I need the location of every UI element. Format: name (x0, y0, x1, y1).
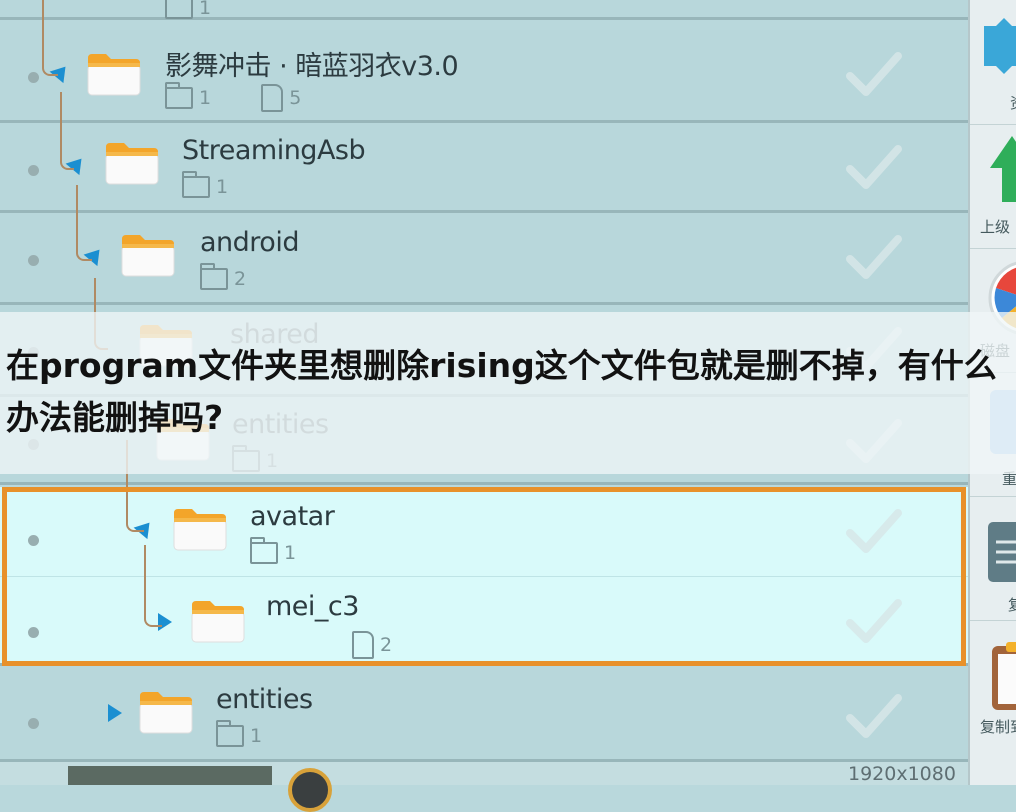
side-item-label: 复 (1008, 594, 1016, 615)
tree-connector (144, 545, 162, 627)
file-count-value: 2 (380, 634, 393, 656)
side-item-copy-to[interactable]: 复制到 (970, 620, 1016, 785)
folder-row[interactable]: StreamingAsb 1 (0, 123, 968, 213)
bullet-dot (28, 718, 39, 729)
bullet-dot (28, 72, 39, 83)
folder-row[interactable]: android 2 (0, 213, 968, 305)
folder-name: android (200, 227, 299, 258)
side-item-label: 资 (1010, 92, 1016, 113)
expand-arrow-icon[interactable] (108, 704, 122, 722)
side-item-label: 复制到 (980, 718, 1016, 736)
clipboard-icon (992, 642, 1016, 710)
item-counts: 1 (250, 536, 297, 564)
tree-connector (76, 185, 92, 261)
file-count-icon (352, 631, 374, 659)
item-counts: 2 (352, 631, 392, 659)
folder-count-value: 2 (234, 267, 247, 290)
folder-row[interactable]: entities 1 (0, 666, 968, 762)
file-count-icon (261, 84, 284, 112)
media-disc-icon[interactable] (288, 768, 332, 812)
folder-name: mei_c3 (266, 591, 359, 622)
folder-count-value: 1 (199, 87, 212, 109)
item-counts: 1 (182, 170, 229, 198)
folder-count: 1 (165, 0, 211, 19)
folder-icon (190, 597, 246, 645)
folder-name: 影舞冲击 · 暗蓝羽衣v3.0 (165, 51, 459, 82)
bullet-dot (28, 535, 39, 546)
folder-icon (104, 139, 160, 187)
side-item-up[interactable]: 上级 (970, 124, 1016, 249)
document-icon (988, 522, 1016, 582)
folder-count-icon (216, 719, 244, 747)
folder-count-value: 1 (284, 541, 297, 564)
side-item-copy[interactable]: 复 (970, 496, 1016, 621)
tree-connector (42, 0, 58, 76)
gear-badge-icon (984, 18, 1016, 74)
check-icon[interactable] (846, 692, 902, 740)
bullet-dot (28, 165, 39, 176)
item-counts: 2 (200, 262, 247, 290)
folder-name: StreamingAsb (182, 135, 366, 166)
folder-count-icon (165, 0, 193, 19)
file-count-value: 5 (289, 87, 302, 109)
folder-name: entities (216, 684, 313, 715)
folder-count-icon (165, 82, 193, 109)
up-arrow-icon (990, 136, 1016, 202)
question-title: 在program文件夹里想删除rising这个文件包就是删不掉，有什么办法能删掉… (6, 346, 997, 437)
check-icon[interactable] (846, 50, 902, 98)
folder-count-icon (182, 170, 210, 198)
bullet-dot (28, 255, 39, 266)
folder-icon (86, 50, 142, 98)
folder-count-value: 1 (216, 175, 229, 198)
bullet-dot (28, 627, 39, 638)
folder-row[interactable]: 1 (0, 0, 968, 20)
folder-icon (138, 688, 194, 736)
side-item-properties[interactable]: 资 (970, 0, 1016, 125)
resolution-label: 1920x1080 (848, 763, 956, 785)
folder-name: avatar (250, 501, 335, 532)
folder-icon (172, 505, 228, 553)
check-icon[interactable] (846, 143, 902, 191)
folder-row[interactable]: 影舞冲击 · 暗蓝羽衣v3.0 1 5 (0, 30, 968, 123)
folder-count-value: 1 (199, 0, 212, 19)
folder-icon (120, 231, 176, 279)
image-thumbnail[interactable] (68, 766, 272, 785)
folder-count-value: 1 (250, 724, 263, 747)
tree-connector (60, 92, 74, 170)
check-icon[interactable] (846, 507, 902, 555)
side-item-label: 上级 (980, 218, 1011, 236)
folder-count-icon (250, 536, 278, 564)
check-icon[interactable] (846, 233, 902, 281)
check-icon[interactable] (846, 597, 902, 645)
status-strip: 1920x1080 (0, 762, 968, 812)
folder-count-icon (200, 262, 228, 290)
item-counts: 1 5 (165, 82, 302, 112)
item-counts: 1 (216, 719, 263, 747)
